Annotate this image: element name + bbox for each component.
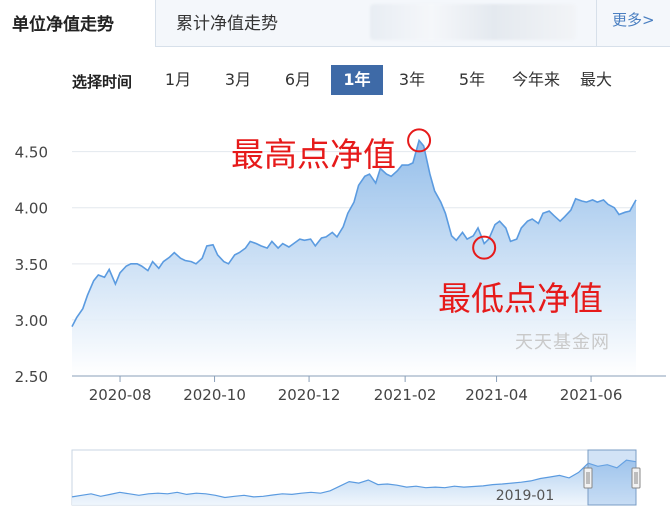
x-tick-label: 2021-02 <box>374 386 437 404</box>
annotation-high-label: 最高点净值 <box>231 135 396 174</box>
navigator-handle-right <box>631 467 641 489</box>
y-tick-label: 4.00 <box>15 200 48 218</box>
nav-chart: 2.50 3.00 3.50 4.00 4.50 2020-08 2020-10 2020-1… <box>15 128 666 506</box>
x-tick-label: 2021-04 <box>465 386 528 404</box>
y-tick-label: 3.50 <box>15 256 48 274</box>
y-tick-label: 2.50 <box>15 368 48 386</box>
range-navigator[interactable]: 2019-01 <box>71 449 641 506</box>
watermark: 天天基金网 <box>515 332 610 353</box>
x-tick-label: 2020-08 <box>89 386 152 404</box>
x-tick-label: 2020-10 <box>183 386 246 404</box>
y-tick-label: 4.50 <box>15 144 48 162</box>
x-tick-label: 2020-12 <box>278 386 341 404</box>
navigator-handle-left <box>583 467 593 489</box>
navigator-date-label: 2019-01 <box>496 488 555 504</box>
x-tick-label: 2021-06 <box>560 386 623 404</box>
navigator-selection <box>587 449 637 506</box>
y-tick-label: 3.00 <box>15 312 48 330</box>
annotation-low-label: 最低点净值 <box>438 279 603 318</box>
